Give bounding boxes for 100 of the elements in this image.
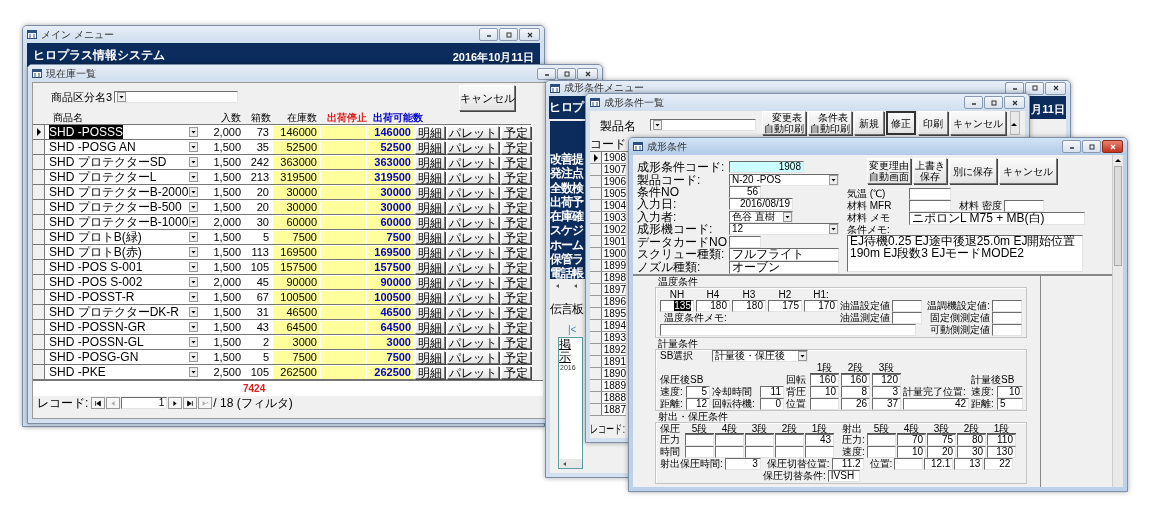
- input-field[interactable]: 5: [686, 386, 710, 398]
- menu-item[interactable]: 全数検: [550, 179, 583, 194]
- pallet-button[interactable]: パレット: [447, 170, 499, 184]
- table-row[interactable]: 1905: [590, 188, 626, 200]
- table-row[interactable]: SHD -POSSN-GR 1,500 43 64500 64500 明細 パレット 予定: [33, 320, 531, 335]
- detail-button[interactable]: 明細: [415, 275, 445, 289]
- table-row[interactable]: SHD プロテクターL 1,500 213 319500 319500 明細 パレット 予定: [33, 170, 531, 185]
- dropdown-button[interactable]: [189, 322, 198, 332]
- menu-item[interactable]: 電話帳: [550, 265, 583, 280]
- table-row[interactable]: SHD プロテクターSD 1,500 242 363000 363000 明細 パレット 予定: [33, 155, 531, 170]
- table-row[interactable]: SHD -POSST-R 1,500 67 100500 100500 明細 パレット 予定: [33, 290, 531, 305]
- dropdown-button[interactable]: [189, 307, 198, 317]
- vertical-scrollbar[interactable]: [1010, 111, 1020, 135]
- input-field[interactable]: [715, 434, 744, 446]
- dropdown-button[interactable]: [189, 217, 198, 227]
- detail-button[interactable]: 明細: [415, 185, 445, 199]
- menu-item[interactable]: 保管ラ: [550, 251, 583, 266]
- table-row[interactable]: 1902: [590, 224, 626, 236]
- table-row[interactable]: 1896: [590, 296, 626, 308]
- pallet-button[interactable]: パレット: [447, 155, 499, 169]
- close-button[interactable]: [1045, 81, 1066, 95]
- minimize-button[interactable]: [1062, 140, 1081, 153]
- table-row[interactable]: SHD プロテクターB-1000 2,000 30 60000 60000 明細 パレット 予定: [33, 215, 531, 230]
- menu-item[interactable]: 発注点: [550, 165, 583, 180]
- input-field[interactable]: 130: [987, 446, 1016, 458]
- detail-button[interactable]: 明細: [415, 260, 445, 274]
- close-button[interactable]: [519, 28, 540, 41]
- pallet-button[interactable]: パレット: [447, 125, 499, 139]
- dropdown-button[interactable]: [189, 277, 198, 287]
- input-field[interactable]: [894, 458, 924, 470]
- minimize-button[interactable]: [479, 28, 498, 41]
- input-field[interactable]: [867, 434, 896, 446]
- dropdown-button[interactable]: [829, 224, 838, 235]
- combo-box[interactable]: 計量後・保圧後: [712, 350, 808, 362]
- detail-button[interactable]: 明細: [415, 155, 445, 169]
- table-row[interactable]: 1898: [590, 272, 626, 284]
- input-field[interactable]: 180: [732, 300, 766, 312]
- input-field[interactable]: [715, 446, 744, 458]
- detail-button[interactable]: 明細: [415, 335, 445, 349]
- detail-button[interactable]: 明細: [415, 230, 445, 244]
- minimize-button[interactable]: [964, 96, 983, 109]
- table-row[interactable]: SHD -POS S-001 1,500 105 157500 157500 明細 パレット 予定: [33, 260, 531, 275]
- input-field[interactable]: 10: [997, 386, 1023, 398]
- input-field[interactable]: 26: [841, 398, 870, 410]
- detail-button[interactable]: 明細: [415, 320, 445, 334]
- schedule-button[interactable]: 予定: [501, 350, 531, 364]
- table-row[interactable]: 1907: [590, 164, 626, 176]
- maximize-button[interactable]: [557, 67, 576, 80]
- dropdown-button[interactable]: [189, 292, 198, 302]
- input-field[interactable]: 12.1: [924, 458, 954, 470]
- detail-button[interactable]: 明細: [415, 125, 445, 139]
- pallet-button[interactable]: パレット: [447, 200, 499, 214]
- table-row[interactable]: 1897: [590, 284, 626, 296]
- input-field[interactable]: 70: [897, 434, 926, 446]
- input-field[interactable]: [775, 434, 804, 446]
- table-row[interactable]: SHD プロテクターDK-R 1,500 31 46500 46500 明細 パレット 予定: [33, 305, 531, 320]
- close-button[interactable]: [577, 67, 598, 80]
- pallet-button[interactable]: パレット: [447, 185, 499, 199]
- toolbar-button[interactable]: 新規: [854, 111, 884, 135]
- input-field[interactable]: 10: [810, 386, 839, 398]
- input-field[interactable]: 3: [872, 386, 901, 398]
- schedule-button[interactable]: 予定: [501, 365, 531, 379]
- input-field[interactable]: 75: [927, 434, 956, 446]
- pallet-button[interactable]: パレット: [447, 320, 499, 334]
- detail-button[interactable]: 明細: [415, 140, 445, 154]
- first-record-button[interactable]: [91, 397, 106, 409]
- detail-button[interactable]: 明細: [415, 200, 445, 214]
- input-field[interactable]: 135: [660, 300, 694, 312]
- dropdown-button[interactable]: [189, 232, 198, 242]
- input-field[interactable]: 3: [724, 458, 761, 470]
- input-field[interactable]: [685, 434, 714, 446]
- schedule-button[interactable]: 予定: [501, 290, 531, 304]
- input-field[interactable]: 1908: [729, 161, 804, 174]
- input-field[interactable]: [992, 324, 1022, 336]
- input-field[interactable]: 160: [841, 374, 870, 386]
- schedule-button[interactable]: 予定: [501, 335, 531, 349]
- input-field[interactable]: 110: [987, 434, 1016, 446]
- menu-item[interactable]: 出荷予: [550, 193, 583, 209]
- table-row[interactable]: SHD -POSSN-GL 1,500 2 3000 3000 明細 パレット 予定: [33, 335, 531, 350]
- input-field[interactable]: 43: [805, 434, 834, 446]
- table-row[interactable]: 1904: [590, 200, 626, 212]
- schedule-button[interactable]: 予定: [501, 170, 531, 184]
- input-field[interactable]: 160: [810, 374, 839, 386]
- table-row[interactable]: 1901: [590, 236, 626, 248]
- table-row[interactable]: 1906: [590, 176, 626, 188]
- table-row[interactable]: SHD -POSG-GN 1,500 5 7500 7500 明細 パレット 予定: [33, 350, 531, 365]
- input-field[interactable]: [745, 446, 774, 458]
- pallet-button[interactable]: パレット: [447, 215, 499, 229]
- input-field[interactable]: [909, 188, 951, 200]
- close-button[interactable]: [1004, 96, 1025, 109]
- dropdown-button[interactable]: [189, 352, 198, 362]
- dropdown-button[interactable]: [189, 367, 198, 377]
- table-row[interactable]: 1890: [590, 368, 626, 380]
- detail-button[interactable]: 明細: [415, 170, 445, 184]
- input-field[interactable]: 11: [760, 386, 784, 398]
- close-button[interactable]: [1102, 140, 1123, 153]
- pallet-button[interactable]: パレット: [447, 275, 499, 289]
- input-field[interactable]: 13: [954, 458, 984, 470]
- dropdown-button[interactable]: [189, 187, 198, 197]
- schedule-button[interactable]: 予定: [501, 275, 531, 289]
